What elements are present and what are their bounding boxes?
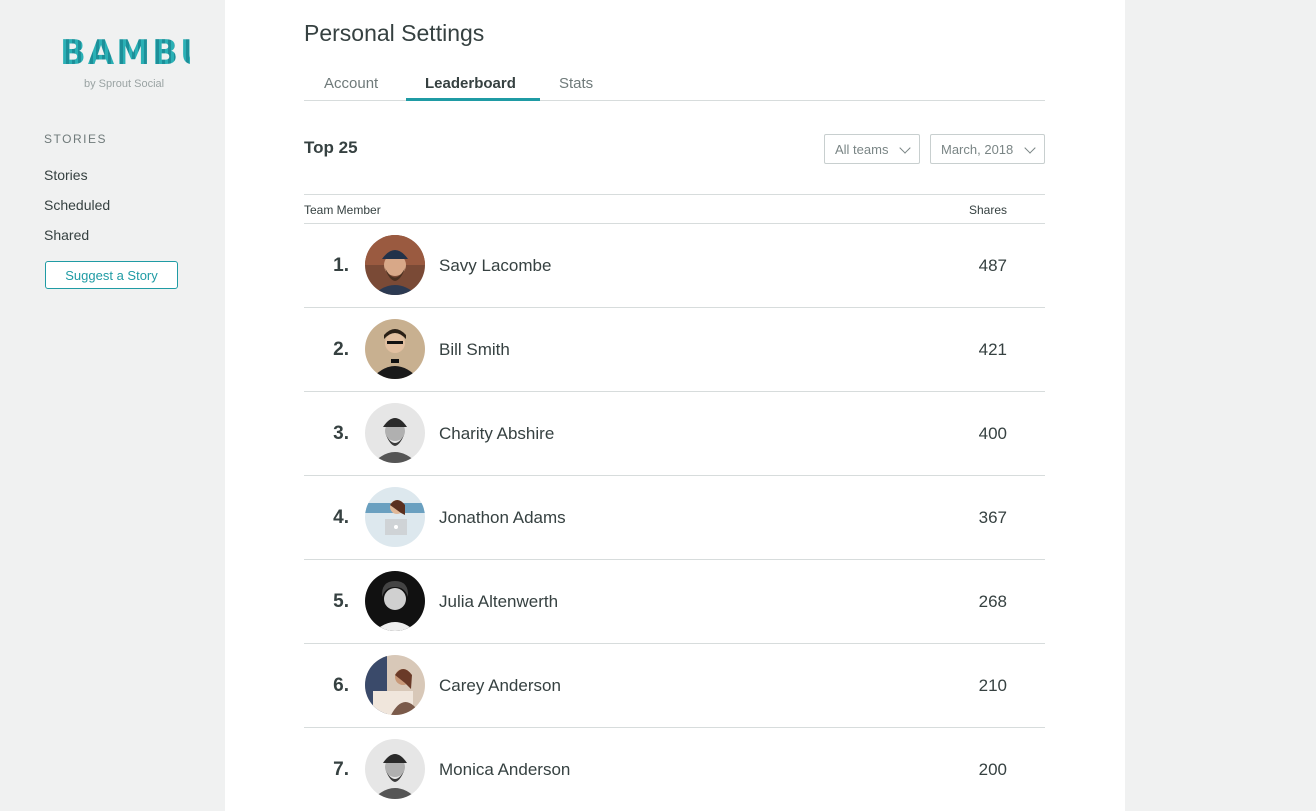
logo-subtitle: by Sprout Social bbox=[84, 78, 165, 90]
month-filter-dropdown[interactable]: March, 2018 bbox=[930, 134, 1045, 164]
rank-number: 5. bbox=[333, 591, 349, 612]
logo-wordmark: BAMBU bbox=[60, 33, 210, 73]
tab-bar: Account Leaderboard Stats bbox=[304, 70, 1045, 101]
sidebar-item-shared[interactable]: Shared bbox=[44, 227, 89, 243]
avatar[interactable] bbox=[365, 319, 425, 379]
sidebar: BAMBU by Sprout Social STORIES Stories S… bbox=[0, 0, 225, 811]
member-name[interactable]: Carey Anderson bbox=[439, 676, 561, 696]
month-filter-value: March, 2018 bbox=[941, 142, 1014, 157]
bambu-logo[interactable]: BAMBU by Sprout Social bbox=[60, 33, 210, 96]
table-row[interactable]: 1. Savy Lacombe 487 bbox=[304, 224, 1045, 308]
tab-account[interactable]: Account bbox=[324, 75, 378, 92]
table-row[interactable]: 2. Bill Smith 421 bbox=[304, 308, 1045, 392]
sidebar-item-stories[interactable]: Stories bbox=[44, 167, 88, 183]
suggest-story-button[interactable]: Suggest a Story bbox=[45, 261, 178, 289]
share-count: 210 bbox=[978, 676, 1007, 695]
avatar[interactable] bbox=[365, 403, 425, 463]
table-row[interactable]: 4. Jonathon Adams 367 bbox=[304, 476, 1045, 560]
avatar[interactable] bbox=[365, 487, 425, 547]
member-name[interactable]: Monica Anderson bbox=[439, 760, 570, 780]
avatar[interactable] bbox=[365, 571, 425, 631]
table-row[interactable]: 6. Carey Anderson 210 bbox=[304, 644, 1045, 728]
rank-number: 3. bbox=[333, 423, 349, 444]
rank-number: 2. bbox=[333, 339, 349, 360]
team-filter-dropdown[interactable]: All teams bbox=[824, 134, 920, 164]
share-count: 268 bbox=[978, 592, 1007, 611]
avatar[interactable] bbox=[365, 739, 425, 799]
share-count: 421 bbox=[978, 340, 1007, 359]
nav-heading-stories: STORIES bbox=[44, 132, 107, 146]
rank-number: 1. bbox=[333, 255, 349, 276]
section-title: Top 25 bbox=[304, 138, 358, 157]
main-panel: Personal Settings Account Leaderboard St… bbox=[225, 0, 1125, 811]
page-title: Personal Settings bbox=[304, 20, 485, 46]
chevron-down-icon bbox=[899, 142, 911, 154]
share-count: 487 bbox=[978, 256, 1007, 275]
member-name[interactable]: Julia Altenwerth bbox=[439, 592, 558, 612]
share-count: 200 bbox=[978, 760, 1007, 779]
table-row[interactable]: 5. Julia Altenwerth 268 bbox=[304, 560, 1045, 644]
member-name[interactable]: Bill Smith bbox=[439, 340, 510, 360]
tab-leaderboard[interactable]: Leaderboard bbox=[425, 75, 516, 92]
table-header: Team Member Shares bbox=[304, 194, 1045, 224]
share-count: 400 bbox=[978, 424, 1007, 443]
leaderboard-table: Team Member Shares 1. Savy Lacombe 487 2… bbox=[304, 194, 1045, 811]
table-row[interactable]: 3. Charity Abshire 400 bbox=[304, 392, 1045, 476]
team-filter-value: All teams bbox=[835, 142, 889, 157]
member-name[interactable]: Jonathon Adams bbox=[439, 508, 566, 528]
rank-number: 7. bbox=[333, 759, 349, 780]
avatar[interactable] bbox=[365, 655, 425, 715]
rank-number: 6. bbox=[333, 675, 349, 696]
member-name[interactable]: Charity Abshire bbox=[439, 424, 554, 444]
member-name[interactable]: Savy Lacombe bbox=[439, 256, 551, 276]
active-tab-indicator bbox=[406, 98, 540, 101]
column-header-member: Team Member bbox=[304, 203, 381, 217]
share-count: 367 bbox=[978, 508, 1007, 527]
chevron-down-icon bbox=[1024, 142, 1036, 154]
right-gutter bbox=[1125, 0, 1316, 811]
column-header-shares: Shares bbox=[968, 203, 1007, 217]
sidebar-item-scheduled[interactable]: Scheduled bbox=[44, 197, 110, 213]
table-row[interactable]: 7. Monica Anderson 200 bbox=[304, 728, 1045, 811]
tab-stats[interactable]: Stats bbox=[559, 75, 593, 92]
avatar[interactable] bbox=[365, 235, 425, 295]
rank-number: 4. bbox=[333, 507, 349, 528]
